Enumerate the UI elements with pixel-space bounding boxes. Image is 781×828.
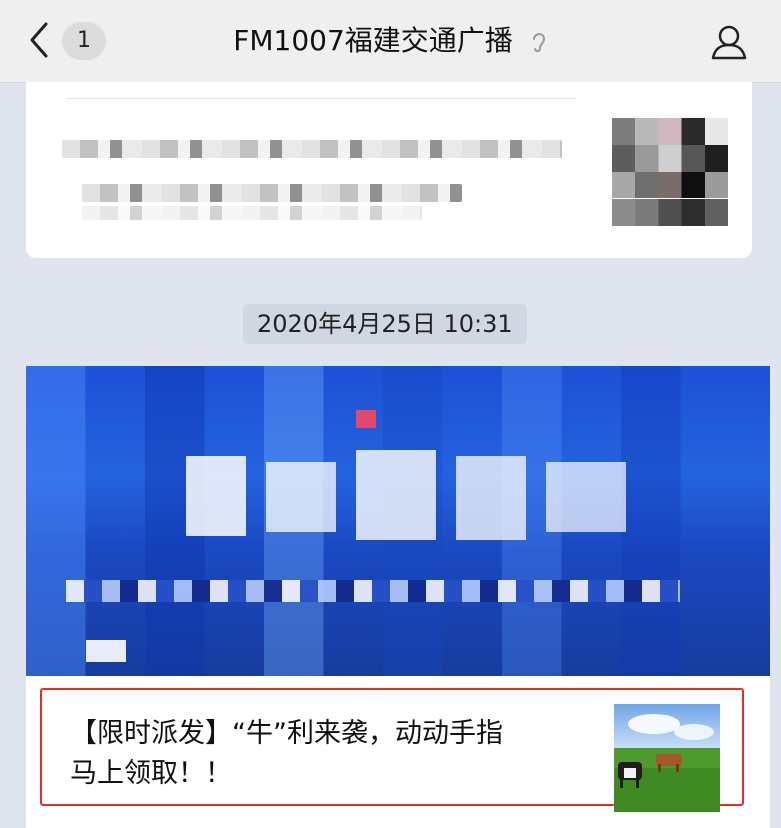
page-title-wrap: FM1007福建交通广播 — [0, 18, 781, 64]
article-title-line: 马上领取！！ — [70, 758, 232, 789]
pixelated-thumbnail — [612, 118, 728, 226]
divider — [66, 98, 576, 99]
banner-pixel-block — [266, 462, 336, 532]
banner-pixel-block — [186, 456, 246, 536]
article-title-line: 【限时派发】“牛”利来袭，动动手指 — [70, 718, 503, 749]
article-title-box[interactable]: 【限时派发】“牛”利来袭，动动手指 马上领取！！ — [40, 688, 744, 812]
banner-pixel-block — [456, 456, 526, 540]
user-profile-icon[interactable] — [709, 22, 749, 62]
banner-pixel-block — [546, 462, 626, 532]
banner-pixel-row — [66, 580, 680, 602]
cow-pasture-thumbnail — [614, 704, 720, 812]
banner-pixel-block — [356, 450, 436, 540]
banner-pixel-accent — [356, 410, 376, 428]
previous-message-card[interactable] — [26, 82, 752, 258]
article-banner-image[interactable] — [26, 366, 770, 676]
pixelated-text-line — [62, 140, 562, 158]
article-title: 【限时派发】“牛”利来袭，动动手指 马上领取！！ — [70, 714, 590, 794]
page-title: FM1007福建交通广播 — [233, 24, 513, 57]
top-navigation-bar: 1 FM1007福建交通广播 — [0, 0, 781, 83]
message-timestamp: 2020年4月25日 10:31 — [243, 304, 527, 344]
article-card[interactable]: 【限时派发】“牛”利来袭，动动手指 马上领取！！ — [26, 366, 770, 828]
banner-pixel-block — [86, 640, 126, 662]
pixelated-text-line — [82, 184, 462, 202]
pixelated-text-line — [82, 206, 422, 220]
ear-icon — [532, 33, 545, 53]
